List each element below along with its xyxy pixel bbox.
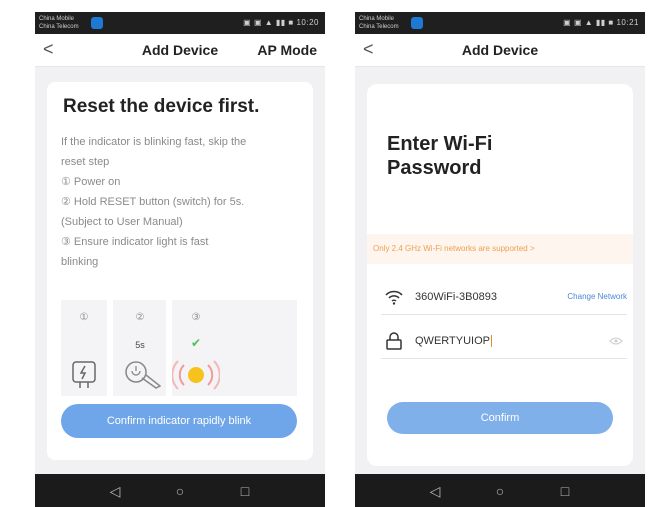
lock-icon — [386, 332, 402, 350]
system-recent-button[interactable]: □ — [557, 483, 573, 499]
show-password-eye-icon[interactable] — [609, 337, 623, 345]
wifi-ssid: 360WiFi-3B0893 — [415, 291, 497, 303]
confirm-button[interactable]: Confirm — [387, 402, 613, 434]
status-bar: China Mobile China Telecom ▣ ▣ ▲ ▮▮ ■ 10… — [355, 12, 645, 34]
step-line: ① Power on — [61, 176, 121, 188]
password-input[interactable]: QWERTYUIOP — [415, 335, 492, 348]
status-bar: China Mobile China Telecom ▣ ▣ ▲ ▮▮ ■ 10… — [35, 12, 325, 34]
system-home-button[interactable]: ○ — [172, 483, 188, 499]
reset-steps: If the indicator is blinking fast, skip … — [61, 132, 306, 272]
step-line: (Subject to User Manual) — [61, 216, 183, 228]
carrier-1: China Mobile — [359, 16, 395, 22]
password-value: QWERTYUIOP — [415, 335, 490, 347]
carrier-2: China Telecom — [359, 24, 399, 30]
wifi-title-line-1: Enter Wi-Fi — [387, 133, 493, 155]
right-phone-screen: China Mobile China Telecom ▣ ▣ ▲ ▮▮ ■ 10… — [355, 12, 645, 507]
step-line: ② Hold RESET button (switch) for 5s. — [61, 196, 245, 208]
divider — [107, 300, 113, 396]
step-number-1: ① — [79, 312, 89, 323]
page-title: Add Device — [461, 42, 539, 58]
blinking-indicator-icon — [172, 360, 220, 390]
status-indicators: ▣ ▣ ▲ ▮▮ ■ 10:20 — [243, 18, 319, 27]
wifi-password-card: Enter Wi-Fi Password Only 2.4 GHz Wi-Fi … — [367, 84, 633, 466]
step-line: If the indicator is blinking fast, skip … — [61, 136, 247, 148]
press-reset-hand-icon — [125, 361, 162, 389]
confirm-blink-button[interactable]: Confirm indicator rapidly blink — [61, 404, 297, 438]
wifi-icon — [385, 290, 403, 305]
status-time: 10:20 — [296, 18, 319, 27]
system-back-button[interactable]: ◁ — [427, 483, 443, 499]
frequency-notice-banner[interactable]: Only 2.4 GHz Wi-Fi networks are supporte… — [367, 234, 633, 264]
wifi-network-row: 360WiFi-3B0893 Change Network — [381, 282, 627, 315]
system-nav-bar: ◁ ○ □ — [355, 474, 645, 507]
app-notification-icon — [411, 17, 423, 29]
app-notification-icon — [91, 17, 103, 29]
power-plug-icon — [72, 361, 96, 388]
top-nav-bar: < Add Device — [355, 34, 645, 67]
wifi-title-line-2: Password — [387, 157, 482, 179]
system-home-button[interactable]: ○ — [492, 483, 508, 499]
left-phone-screen: China Mobile China Telecom ▣ ▣ ▲ ▮▮ ■ 10… — [35, 12, 325, 507]
carrier-2: China Telecom — [39, 24, 79, 30]
step3-panel: ③ ✔ — [172, 300, 297, 396]
top-nav-bar: < Add Device AP Mode — [35, 34, 325, 67]
reset-title: Reset the device first. — [63, 96, 260, 117]
wifi-title: Enter Wi-Fi Password — [387, 132, 492, 180]
step2-panel: ② 5s — [114, 300, 166, 396]
reset-illustration: ① ② 5s ③ ✔ — [61, 300, 297, 396]
status-indicators: ▣ ▣ ▲ ▮▮ ■ 10:21 — [563, 18, 639, 27]
carrier-info: China Mobile China Telecom — [39, 15, 79, 31]
system-nav-bar: ◁ ○ □ — [35, 474, 325, 507]
carrier-info: China Mobile China Telecom — [359, 15, 399, 31]
text-cursor — [490, 335, 492, 348]
hold-time-label: 5s — [135, 340, 145, 350]
step-number-2: ② — [135, 312, 145, 323]
status-time: 10:21 — [616, 18, 639, 27]
system-back-button[interactable]: ◁ — [107, 483, 123, 499]
check-icon: ✔ — [190, 336, 202, 350]
step1-panel: ① — [61, 300, 107, 396]
system-recent-button[interactable]: □ — [237, 483, 253, 499]
password-row[interactable]: QWERTYUIOP — [381, 326, 627, 359]
carrier-1: China Mobile — [39, 16, 75, 22]
step-number-3: ③ — [191, 312, 201, 323]
step-line: blinking — [61, 256, 99, 268]
reset-instructions-card: Reset the device first. If the indicator… — [47, 82, 313, 460]
step-line: reset step — [61, 156, 110, 168]
step-line: ③ Ensure indicator light is fast — [61, 236, 209, 248]
change-network-link[interactable]: Change Network — [567, 292, 627, 301]
ap-mode-button[interactable]: AP Mode — [257, 42, 317, 58]
